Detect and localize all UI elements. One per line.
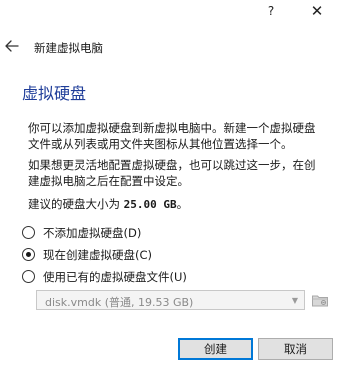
radio-create-new-circle[interactable] bbox=[22, 248, 35, 261]
radio-use-existing-label: 使用已有的虚拟硬盘文件(U) bbox=[43, 270, 187, 284]
arrow-left-icon bbox=[5, 40, 19, 52]
page-heading: 虚拟硬盘 bbox=[22, 84, 87, 103]
chevron-down-icon: ▼ bbox=[291, 296, 298, 305]
radio-no-disk-label: 不添加虚拟硬盘(D) bbox=[43, 226, 142, 240]
radio-no-disk-circle[interactable] bbox=[22, 226, 35, 239]
help-icon: ? bbox=[267, 4, 275, 18]
skip-line-2: 建虚拟电脑之后在配置中设定。 bbox=[28, 174, 189, 188]
recommended-size-prefix: 建议的硬盘大小为 bbox=[28, 197, 124, 211]
close-button[interactable]: ✕ bbox=[301, 0, 333, 26]
recommended-size-suffix: 。 bbox=[176, 197, 189, 211]
recommended-size-value: 25.00 GB bbox=[123, 198, 177, 211]
recommended-size-text: 建议的硬盘大小为 25.00 GB。 bbox=[28, 196, 333, 213]
cancel-button[interactable]: 取消 bbox=[258, 338, 333, 360]
title-bar: ? ✕ bbox=[0, 0, 337, 26]
intro-paragraph: 你可以添加虚拟硬盘到新虚拟电脑中。新建一个虚拟硬盘 文件或从列表或用文件夹图标从… bbox=[28, 120, 333, 152]
folder-icon bbox=[312, 295, 328, 307]
skip-line-1: 如果想更灵活地配置虚拟硬盘，也可以跳过这一步，在创 bbox=[28, 158, 316, 172]
help-button[interactable]: ? bbox=[255, 0, 287, 26]
choose-disk-file-button[interactable] bbox=[311, 291, 329, 309]
radio-use-existing-circle[interactable] bbox=[22, 270, 35, 283]
intro-line-1: 你可以添加虚拟硬盘到新虚拟电脑中。新建一个虚拟硬盘 bbox=[28, 121, 316, 135]
existing-disk-value: disk.vmdk (普通, 19.53 GB) bbox=[45, 296, 194, 309]
close-icon: ✕ bbox=[310, 2, 324, 20]
wizard-title: 新建虚拟电脑 bbox=[34, 41, 103, 55]
back-button[interactable] bbox=[4, 37, 20, 55]
create-vm-dialog: ? ✕ 新建虚拟电脑 虚拟硬盘 你可以添加虚拟硬盘到新虚拟电脑中。新建一个虚拟硬… bbox=[0, 0, 337, 365]
create-button[interactable]: 创建 bbox=[178, 338, 253, 360]
skip-paragraph: 如果想更灵活地配置虚拟硬盘，也可以跳过这一步，在创 建虚拟电脑之后在配置中设定。 bbox=[28, 157, 333, 189]
existing-disk-select[interactable]: disk.vmdk (普通, 19.53 GB) ▼ bbox=[36, 290, 305, 310]
radio-create-new-label: 现在创建虚拟硬盘(C) bbox=[43, 248, 153, 262]
intro-line-2: 文件或从列表或用文件夹图标从其他位置选择一个。 bbox=[28, 137, 293, 151]
wizard-nav: 新建虚拟电脑 bbox=[0, 34, 337, 60]
